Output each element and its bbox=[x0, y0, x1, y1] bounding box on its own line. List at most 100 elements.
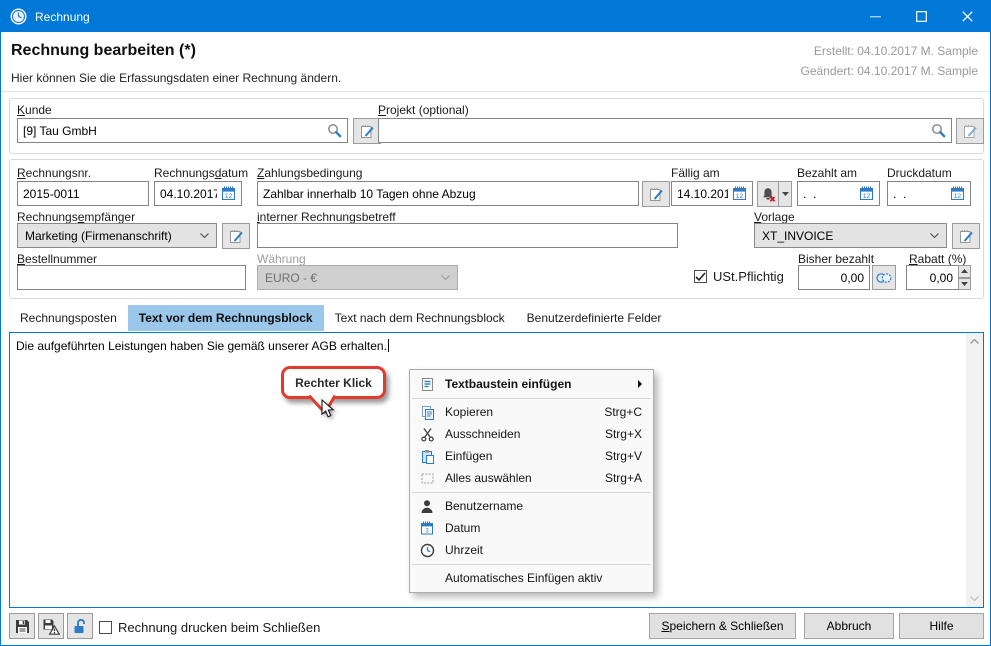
ust-pflichtig-label[interactable]: USt.Pflichtig bbox=[713, 269, 784, 284]
save-with-warning-button[interactable] bbox=[38, 613, 64, 639]
search-icon[interactable] bbox=[931, 123, 946, 138]
calendar-icon[interactable]: 12 bbox=[221, 186, 236, 201]
menu-item-textbaustein-einfuegen[interactable]: Textbaustein einfügen bbox=[410, 373, 653, 395]
created-info: Erstellt: 04.10.2017 M. Sample bbox=[814, 44, 978, 58]
faellig-am-label: Fällig am bbox=[671, 166, 720, 180]
unlock-button[interactable] bbox=[67, 613, 93, 639]
spin-down-icon[interactable] bbox=[958, 278, 971, 291]
payments-coins-button[interactable] bbox=[872, 265, 896, 290]
projekt-input[interactable] bbox=[378, 118, 952, 143]
chevron-down-icon[interactable] bbox=[779, 182, 791, 206]
druckdatum-value: . . bbox=[893, 187, 946, 201]
tab-text-vor-rechnungsblock[interactable]: Text vor dem Rechnungsblock bbox=[128, 305, 324, 331]
scroll-down-icon[interactable] bbox=[966, 590, 983, 607]
calendar-icon[interactable]: 12 bbox=[859, 186, 874, 201]
kunde-input[interactable]: [9] Tau GmbH bbox=[17, 118, 348, 143]
menu-item-benutzername[interactable]: Benutzername bbox=[410, 495, 653, 517]
svg-text:12: 12 bbox=[863, 193, 871, 200]
vorlage-edit-button[interactable] bbox=[952, 223, 980, 249]
menu-separator bbox=[412, 564, 651, 565]
menu-item-uhrzeit[interactable]: Uhrzeit bbox=[410, 539, 653, 561]
minimize-button[interactable] bbox=[852, 1, 898, 32]
zahlungsbedingung-value: Zahlbar innerhalb 10 Tagen ohne Abzug bbox=[263, 187, 633, 201]
menu-item-automatisches-einfuegen[interactable]: Automatisches Einfügen aktiv bbox=[410, 567, 653, 589]
svg-text:12: 12 bbox=[736, 193, 744, 200]
rabatt-value: 0,00 bbox=[912, 271, 953, 285]
waehrung-value: EURO - € bbox=[265, 271, 437, 285]
vertical-scrollbar[interactable] bbox=[966, 333, 983, 607]
faellig-am-input[interactable]: 14.10.2017 12 bbox=[671, 181, 753, 206]
copy-icon bbox=[417, 404, 437, 420]
titlebar: Rechnung bbox=[1, 1, 990, 32]
bestellnummer-input[interactable] bbox=[17, 265, 246, 290]
header-separator bbox=[1, 91, 990, 92]
menu-item-alles-auswaehlen[interactable]: Alles auswählen Strg+A bbox=[410, 467, 653, 489]
tab-benutzerdefinierte-felder[interactable]: Benutzerdefinierte Felder bbox=[516, 305, 673, 331]
bestellnummer-label: Bestellnummer bbox=[17, 252, 97, 266]
ust-pflichtig-checkbox[interactable] bbox=[694, 270, 707, 283]
bisher-bezahlt-input[interactable]: 0,00 bbox=[798, 265, 870, 290]
bell-disabled-icon[interactable] bbox=[758, 182, 778, 206]
page-subtitle: Hier können Sie die Erfassungsdaten eine… bbox=[11, 71, 341, 85]
search-icon[interactable] bbox=[327, 123, 342, 138]
tab-rechnungsposten[interactable]: Rechnungsposten bbox=[9, 305, 128, 331]
calendar-icon[interactable]: 12 bbox=[732, 186, 747, 201]
vorlage-value: XT_INVOICE bbox=[762, 229, 926, 243]
rechnung-dialog: Rechnung Rechnung bearbeiten (*) Hier kö… bbox=[0, 0, 991, 646]
scroll-up-icon[interactable] bbox=[966, 333, 983, 350]
maximize-button[interactable] bbox=[898, 1, 944, 32]
empfaenger-label: Rechnungsempfänger bbox=[17, 210, 135, 224]
empty-icon-slot bbox=[417, 570, 437, 586]
kunde-label: Kunde bbox=[17, 103, 52, 117]
empfaenger-edit-button[interactable] bbox=[222, 223, 250, 249]
vorlage-select[interactable]: XT_INVOICE bbox=[754, 223, 947, 248]
rechnungsdatum-input[interactable]: 04.10.2017 12 bbox=[154, 181, 242, 206]
save-and-close-button[interactable]: Speichern & Schließen bbox=[649, 613, 796, 639]
bezahlt-am-value: . . bbox=[803, 187, 855, 201]
bezahlt-am-label: Bezahlt am bbox=[797, 166, 857, 180]
clock-icon bbox=[417, 542, 437, 558]
save-button[interactable] bbox=[9, 613, 35, 639]
chevron-down-icon bbox=[200, 233, 209, 238]
zahlungsbedingung-input[interactable]: Zahlbar innerhalb 10 Tagen ohne Abzug bbox=[257, 181, 639, 206]
betreff-label: interner Rechnungsbetreff bbox=[257, 210, 396, 224]
rabatt-spinner[interactable] bbox=[958, 265, 971, 290]
kunde-edit-button[interactable] bbox=[353, 118, 381, 144]
rechnungsdatum-value: 04.10.2017 bbox=[160, 187, 217, 201]
menu-item-einfuegen[interactable]: Einfügen Strg+V bbox=[410, 445, 653, 467]
app-clock-icon bbox=[10, 8, 27, 25]
menu-item-datum[interactable]: 3 Datum bbox=[410, 517, 653, 539]
svg-text:12: 12 bbox=[954, 193, 962, 200]
reminder-split-button[interactable] bbox=[757, 181, 792, 207]
druckdatum-input[interactable]: . . 12 bbox=[887, 181, 971, 206]
svg-text:12: 12 bbox=[225, 193, 233, 200]
rabatt-label: Rabatt (%) bbox=[909, 252, 966, 266]
druckdatum-label: Druckdatum bbox=[887, 166, 952, 180]
user-icon bbox=[417, 498, 437, 514]
submenu-arrow-icon bbox=[638, 380, 642, 388]
bisher-bezahlt-value: 0,00 bbox=[804, 271, 864, 285]
paste-icon bbox=[417, 448, 437, 464]
close-button[interactable] bbox=[944, 1, 990, 32]
menu-item-ausschneiden[interactable]: Ausschneiden Strg+X bbox=[410, 423, 653, 445]
empfaenger-value: Marketing (Firmenanschrift) bbox=[25, 229, 196, 243]
editor-text: Die aufgeführten Leistungen haben Sie ge… bbox=[16, 339, 389, 353]
spin-up-icon[interactable] bbox=[958, 265, 971, 278]
projekt-edit-button[interactable] bbox=[956, 118, 984, 144]
tab-text-nach-rechnungsblock[interactable]: Text nach dem Rechnungsblock bbox=[324, 305, 516, 331]
help-button[interactable]: Hilfe bbox=[899, 613, 984, 639]
betreff-input[interactable] bbox=[257, 223, 678, 248]
rechnungsnr-label: Rechnungsnr. bbox=[17, 166, 91, 180]
print-on-close-checkbox[interactable] bbox=[99, 621, 112, 634]
scissors-icon bbox=[417, 426, 437, 442]
print-on-close-label[interactable]: Rechnung drucken beim Schließen bbox=[118, 620, 320, 635]
cancel-button[interactable]: Abbruch bbox=[804, 613, 894, 639]
rechnungsnr-input[interactable]: 2015-0011 bbox=[17, 181, 149, 206]
vorlage-label: Vorlage bbox=[754, 210, 795, 224]
rabatt-input[interactable]: 0,00 bbox=[906, 265, 959, 290]
calendar-icon[interactable]: 12 bbox=[950, 186, 965, 201]
bezahlt-am-input[interactable]: . . 12 bbox=[797, 181, 880, 206]
menu-item-kopieren[interactable]: Kopieren Strg+C bbox=[410, 401, 653, 423]
empfaenger-select[interactable]: Marketing (Firmenanschrift) bbox=[17, 223, 217, 248]
zahlungsbedingung-edit-button[interactable] bbox=[642, 181, 670, 207]
